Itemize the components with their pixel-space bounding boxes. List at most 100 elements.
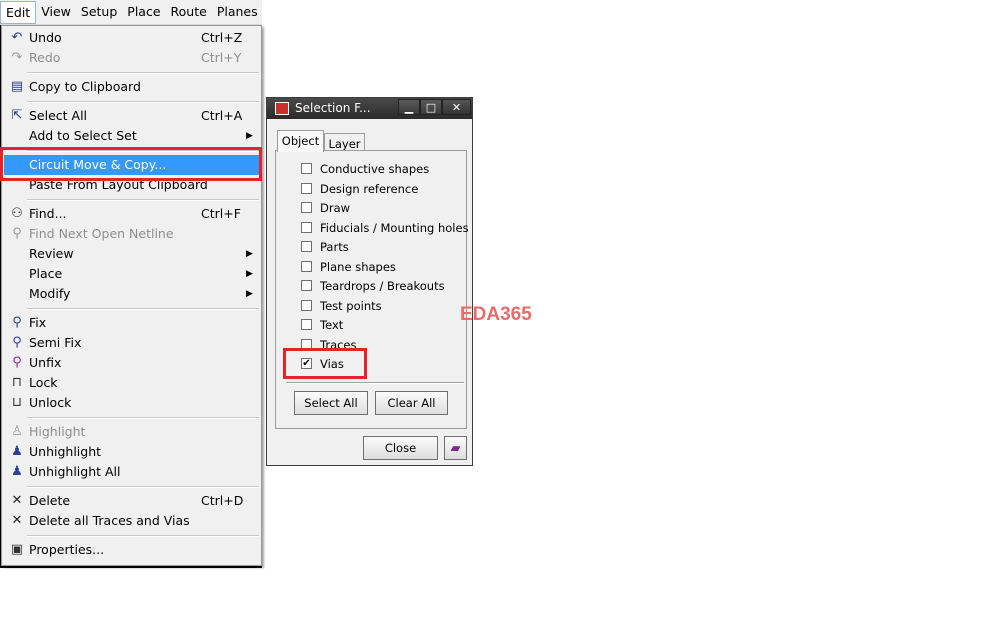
unhighlight-label: Unhighlight (29, 444, 102, 459)
fix-icon: ⚲ (12, 315, 22, 330)
find-next-netline-menu-item[interactable]: ⚲ Find Next Open Netline (2, 224, 261, 244)
checkbox-label: Draw (320, 201, 351, 215)
paste-layout-label: Paste From Layout Clipboard (29, 177, 208, 192)
watermark-text: EDA365 (460, 304, 532, 325)
add-select-set-menu-item[interactable]: Add to Select Set ▶ (2, 126, 261, 146)
minimize-button[interactable]: ▁ (398, 99, 420, 115)
object-tab-panel: Conductive shapes Design reference Draw Fid… (275, 150, 469, 429)
checkbox-label: Test points (320, 298, 382, 313)
lock-icon: ⊓ (11, 375, 23, 390)
clear-all-button[interactable]: Clear All (375, 391, 448, 415)
edit-menu: ↶ Undo Ctrl+Z ↷ Redo Ctrl+Y ▤ Copy to Cl… (1, 25, 262, 566)
properties-label: Properties... (29, 542, 105, 557)
fix-menu-item[interactable]: ⚲ Fix (2, 313, 261, 333)
highlight-menu-item[interactable]: ♙ Highlight (2, 422, 261, 442)
copy-clipboard-menu-item[interactable]: ▤ Copy to Clipboard (2, 77, 261, 97)
redo-icon: ↷ (11, 50, 23, 65)
semi-fix-label: Semi Fix (29, 335, 82, 350)
place-menu-item[interactable]: Place ▶ (2, 264, 261, 284)
unhighlight-icon: ♟ (11, 444, 23, 459)
add-select-set-label: Add to Select Set (29, 128, 137, 143)
menu-separator (27, 150, 259, 152)
highlight-label: Highlight (29, 424, 86, 439)
undo-shortcut: Ctrl+Z (201, 30, 243, 45)
app-logo-icon (275, 102, 289, 115)
semi-fix-icon: ⚲ (12, 335, 22, 350)
menu-separator (27, 199, 259, 201)
lock-menu-item[interactable]: ⊓ Lock (2, 373, 261, 393)
select-all-shortcut: Ctrl+A (201, 108, 243, 123)
unhighlight-all-menu-item[interactable]: ♟ Unhighlight All (2, 462, 261, 482)
unfix-label: Unfix (29, 355, 62, 370)
delete-label: Delete (29, 493, 71, 508)
unhighlight-menu-item[interactable]: ♟ Unhighlight (2, 442, 261, 462)
window-title-bar[interactable]: Selection F... ▁ □ ✕ (267, 98, 472, 119)
submenu-arrow-icon: ▶ (246, 131, 253, 141)
checkbox-label: Plane shapes (320, 259, 396, 274)
checkbox-label: Fiducials / Mounting holes (320, 220, 469, 235)
group-divider (286, 382, 464, 384)
checkbox-label: Design reference (320, 181, 419, 196)
checkbox[interactable] (301, 241, 312, 252)
circuit-move-copy-label: Circuit Move & Copy... (29, 157, 167, 172)
delete-menu-item[interactable]: ✕ Delete Ctrl+D (2, 491, 261, 511)
menu-setup[interactable]: Setup (76, 1, 122, 23)
close-window-button[interactable]: ✕ (442, 99, 471, 115)
semi-fix-menu-item[interactable]: ⚲ Semi Fix (2, 333, 261, 353)
checkbox[interactable] (301, 221, 312, 233)
menu-place[interactable]: Place (122, 1, 165, 23)
checkbox[interactable] (301, 280, 312, 291)
checkbox[interactable] (301, 299, 312, 311)
unhighlight-all-icon: ♟ (11, 464, 23, 479)
review-menu-item[interactable]: Review ▶ (2, 244, 261, 264)
paste-layout-menu-item[interactable]: Paste From Layout Clipboard (2, 175, 261, 195)
unlock-menu-item[interactable]: ⊔ Unlock (2, 393, 261, 413)
fix-label: Fix (29, 315, 47, 330)
modify-menu-item[interactable]: Modify ▶ (2, 284, 261, 304)
select-all-menu-item[interactable]: ⇱ Select All Ctrl+A (2, 106, 261, 126)
checkbox[interactable] (301, 338, 312, 350)
select-all-label: Select All (29, 108, 88, 123)
select-cursor-icon: ⇱ (11, 108, 23, 123)
undo-icon: ↶ (11, 30, 23, 45)
help-book-button[interactable]: ▰ (444, 436, 467, 460)
properties-icon: ▣ (10, 542, 24, 557)
checkbox[interactable] (301, 182, 312, 194)
find-shortcut: Ctrl+F (201, 206, 241, 221)
checkbox-label: Traces (320, 337, 357, 352)
menu-separator (27, 486, 259, 488)
checkbox[interactable] (301, 202, 312, 213)
binoculars-icon: ⚇ (11, 206, 23, 221)
redo-menu-item[interactable]: ↷ Redo Ctrl+Y (2, 48, 261, 68)
menu-planes[interactable]: Planes (212, 1, 262, 23)
checkbox-label: Teardrops / Breakouts (320, 279, 445, 293)
menu-route[interactable]: Route (166, 1, 212, 23)
checkbox-label: Vias (320, 357, 344, 371)
menu-view[interactable]: View (36, 1, 76, 23)
undo-label: Undo (29, 30, 62, 45)
undo-menu-item[interactable]: ↶ Undo Ctrl+Z (2, 28, 261, 48)
find-label: Find... (29, 206, 67, 221)
close-button[interactable]: Close (363, 436, 438, 460)
checkbox[interactable] (301, 319, 312, 330)
menu-separator (27, 72, 259, 74)
delete-traces-vias-menu-item[interactable]: ✕ Delete all Traces and Vias (2, 511, 261, 531)
maximize-button[interactable]: □ (420, 99, 442, 115)
select-all-button[interactable]: Select All (294, 391, 368, 415)
window-title: Selection F... (295, 101, 371, 115)
menu-edit[interactable]: Edit (0, 0, 37, 24)
tab-object[interactable]: Object (277, 130, 324, 152)
circuit-move-copy-menu-item[interactable]: Circuit Move & Copy... (4, 155, 259, 175)
unfix-menu-item[interactable]: ⚲ Unfix (2, 353, 261, 373)
find-next-label: Find Next Open Netline (29, 226, 174, 241)
properties-menu-item[interactable]: ▣ Properties... (2, 540, 261, 560)
highlight-icon: ♙ (11, 424, 23, 439)
checkbox[interactable]: ✔ (301, 358, 312, 369)
copy-clipboard-label: Copy to Clipboard (29, 79, 141, 94)
redo-label: Redo (29, 50, 61, 65)
checkbox-label: Conductive shapes (320, 162, 430, 176)
checkbox[interactable] (301, 163, 312, 174)
checkbox[interactable] (301, 260, 312, 272)
net-search-icon: ⚲ (12, 226, 22, 241)
find-menu-item[interactable]: ⚇ Find... Ctrl+F (2, 204, 261, 224)
